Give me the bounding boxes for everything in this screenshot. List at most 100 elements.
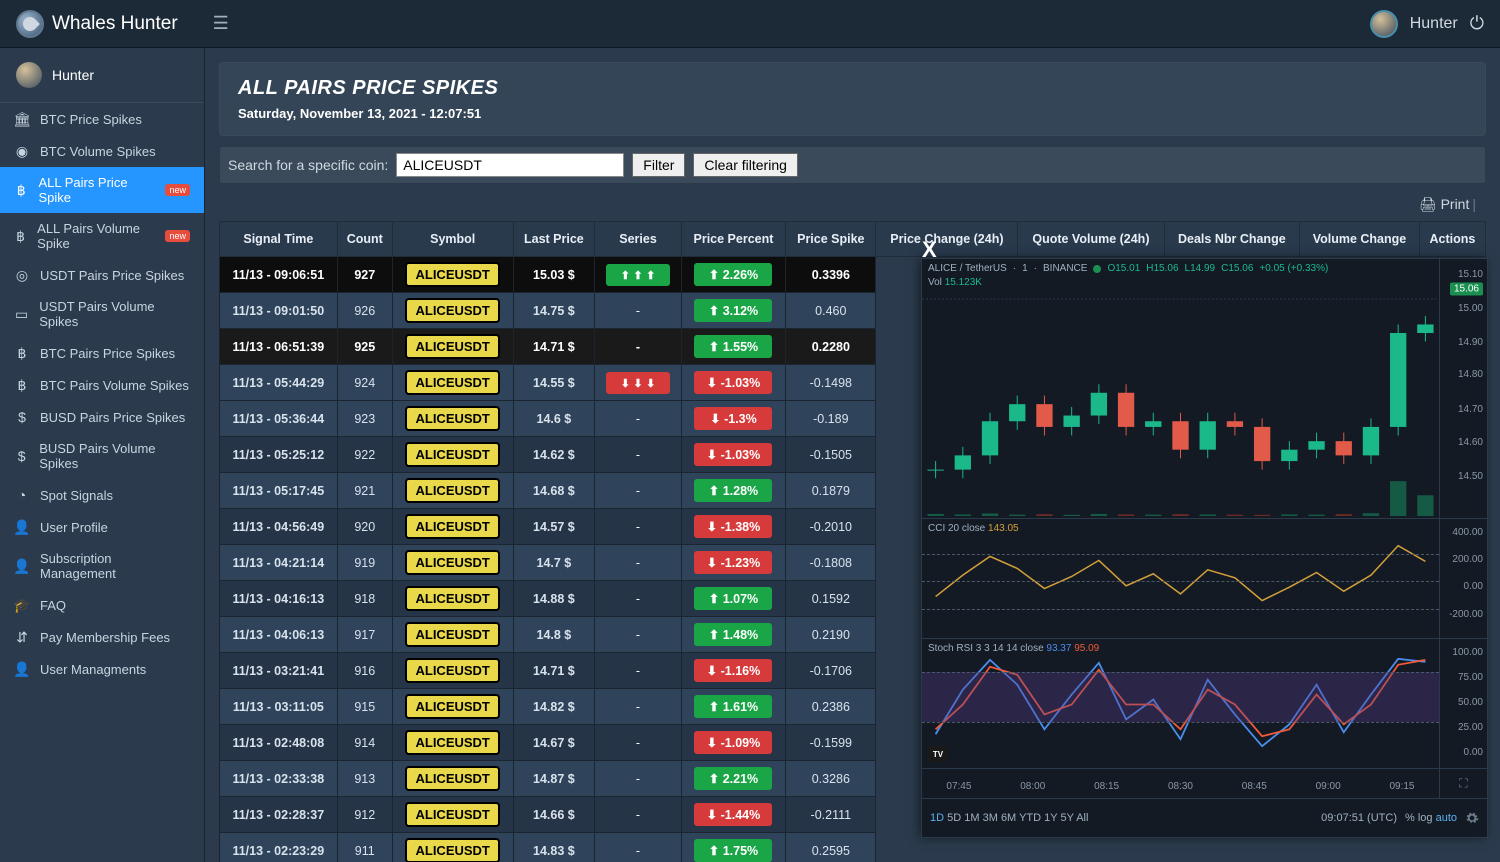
sidebar-item-3[interactable]: ฿ALL Pairs Volume Spikenew bbox=[0, 213, 204, 259]
cell-count: 920 bbox=[337, 509, 392, 545]
col-header[interactable]: Deals Nbr Change bbox=[1164, 222, 1300, 257]
cell-symbol[interactable]: ALICEUSDT bbox=[392, 545, 513, 581]
axis-opt-log[interactable]: log bbox=[1418, 812, 1433, 824]
cell-count: 911 bbox=[337, 833, 392, 862]
cell-symbol[interactable]: ALICEUSDT bbox=[392, 581, 513, 617]
col-header[interactable]: Price Spike bbox=[786, 222, 876, 257]
candlestick-plot[interactable] bbox=[922, 259, 1439, 518]
sidebar-item-7[interactable]: ฿BTC Pairs Volume Spikes bbox=[0, 369, 204, 401]
cell-count: 913 bbox=[337, 761, 392, 797]
tradingview-icon[interactable]: TV bbox=[928, 746, 948, 762]
col-header[interactable]: Signal Time bbox=[220, 222, 338, 257]
cell-pct: ⬆ 1.55% bbox=[681, 329, 785, 365]
timeframe-All[interactable]: All bbox=[1076, 812, 1088, 824]
cell-symbol[interactable]: ALICEUSDT bbox=[392, 293, 513, 329]
filter-button[interactable]: Filter bbox=[632, 153, 685, 177]
cell-spike: -0.2111 bbox=[786, 797, 876, 833]
cell-price: 14.71 $ bbox=[513, 653, 595, 689]
cell-spike: 0.3396 bbox=[786, 257, 876, 293]
timeframe-6M[interactable]: 6M bbox=[1001, 812, 1016, 824]
cell-symbol[interactable]: ALICEUSDT bbox=[392, 257, 513, 293]
menu-toggle-icon[interactable]: ☰ bbox=[213, 13, 229, 34]
axis-opt-%[interactable]: % bbox=[1405, 812, 1415, 824]
cell-symbol[interactable]: ALICEUSDT bbox=[392, 797, 513, 833]
cell-time: 11/13 - 02:33:38 bbox=[220, 761, 338, 797]
sidebar-item-label: USDT Pairs Price Spikes bbox=[40, 268, 184, 283]
col-header[interactable]: Count bbox=[337, 222, 392, 257]
sidebar-item-1[interactable]: ◉BTC Volume Spikes bbox=[0, 135, 204, 167]
avatar[interactable] bbox=[1370, 10, 1398, 38]
timeframe-5D[interactable]: 5D bbox=[947, 812, 961, 824]
cell-spike: 0.2280 bbox=[786, 329, 876, 365]
price-chart[interactable]: ALICE / TetherUS · 1 · BINANCE O15.01 H1… bbox=[922, 259, 1487, 519]
sidebar-item-11[interactable]: 👤User Profile bbox=[0, 511, 204, 543]
sidebar-item-0[interactable]: 🏛BTC Price Spikes bbox=[0, 103, 204, 135]
sidebar-item-14[interactable]: ⇵Pay Membership Fees bbox=[0, 621, 204, 653]
cell-symbol[interactable]: ALICEUSDT bbox=[392, 653, 513, 689]
col-header[interactable]: Quote Volume (24h) bbox=[1018, 222, 1164, 257]
sidebar-user[interactable]: Hunter bbox=[0, 48, 204, 103]
axis-opt-auto[interactable]: auto bbox=[1436, 812, 1457, 824]
sidebar-item-15[interactable]: 👤User Managments bbox=[0, 653, 204, 685]
sidebar-item-9[interactable]: $BUSD Pairs Volume Spikes bbox=[0, 433, 204, 479]
cell-pct: ⬆ 1.61% bbox=[681, 689, 785, 725]
cell-series: ⬆ ⬆ ⬆ bbox=[595, 257, 682, 293]
timeframe-3M[interactable]: 3M bbox=[983, 812, 998, 824]
cell-symbol[interactable]: ALICEUSDT bbox=[392, 509, 513, 545]
col-header[interactable]: Actions bbox=[1419, 222, 1485, 257]
timeframe-1Y[interactable]: 1Y bbox=[1044, 812, 1057, 824]
sidebar-item-10[interactable]: ◔Spot Signals bbox=[0, 479, 204, 511]
timeframe-1D[interactable]: 1D bbox=[930, 812, 944, 824]
cell-symbol[interactable]: ALICEUSDT bbox=[392, 689, 513, 725]
sidebar-item-13[interactable]: 🎓FAQ bbox=[0, 589, 204, 621]
timeframe-1M[interactable]: 1M bbox=[964, 812, 979, 824]
sidebar-item-4[interactable]: ◎USDT Pairs Price Spikes bbox=[0, 259, 204, 291]
col-header[interactable]: Series bbox=[595, 222, 682, 257]
cell-symbol[interactable]: ALICEUSDT bbox=[392, 329, 513, 365]
cell-spike: 0.3286 bbox=[786, 761, 876, 797]
power-icon[interactable]: ⏻ bbox=[1470, 13, 1484, 34]
stoch-chart[interactable]: Stoch RSI 3 3 14 14 close 93.37 95.09 TV… bbox=[922, 639, 1487, 769]
timeframe-5Y[interactable]: 5Y bbox=[1060, 812, 1073, 824]
col-header[interactable]: Volume Change bbox=[1300, 222, 1420, 257]
cell-price: 14.7 $ bbox=[513, 545, 595, 581]
col-header[interactable]: Symbol bbox=[392, 222, 513, 257]
search-input[interactable] bbox=[396, 153, 624, 177]
top-username[interactable]: Hunter bbox=[1410, 15, 1458, 33]
col-header[interactable]: Price Percent bbox=[681, 222, 785, 257]
sidebar-item-2[interactable]: ฿ALL Pairs Price Spikenew bbox=[0, 167, 204, 213]
cell-pct: ⬆ 1.07% bbox=[681, 581, 785, 617]
cell-symbol[interactable]: ALICEUSDT bbox=[392, 761, 513, 797]
cell-symbol[interactable]: ALICEUSDT bbox=[392, 617, 513, 653]
sidebar-item-6[interactable]: ฿BTC Pairs Price Spikes bbox=[0, 337, 204, 369]
cell-symbol[interactable]: ALICEUSDT bbox=[392, 833, 513, 862]
brand-text: Whales Hunter bbox=[52, 13, 178, 35]
cci-label: CCI 20 close 143.05 bbox=[928, 523, 1019, 534]
sidebar-item-5[interactable]: ▭USDT Pairs Volume Spikes bbox=[0, 291, 204, 337]
sidebar-item-label: ALL Pairs Volume Spike bbox=[37, 221, 151, 251]
cell-symbol[interactable]: ALICEUSDT bbox=[392, 437, 513, 473]
fullscreen-icon[interactable]: ⛶ bbox=[1439, 769, 1487, 798]
topbar: Whales Hunter ☰ Hunter ⏻ bbox=[0, 0, 1500, 48]
cell-symbol[interactable]: ALICEUSDT bbox=[392, 473, 513, 509]
print-button[interactable]: 🖨 Print bbox=[1419, 196, 1469, 212]
clear-filter-button[interactable]: Clear filtering bbox=[693, 153, 797, 177]
page-header: ALL PAIRS PRICE SPIKES Saturday, Novembe… bbox=[219, 62, 1486, 136]
timeframe-YTD[interactable]: YTD bbox=[1019, 812, 1041, 824]
cci-chart[interactable]: CCI 20 close 143.05 400.00200.000.00-200… bbox=[922, 519, 1487, 639]
cell-spike: 0.2190 bbox=[786, 617, 876, 653]
cell-symbol[interactable]: ALICEUSDT bbox=[392, 725, 513, 761]
sidebar-item-8[interactable]: $BUSD Pairs Price Spikes bbox=[0, 401, 204, 433]
cell-symbol[interactable]: ALICEUSDT bbox=[392, 401, 513, 437]
cell-count: 914 bbox=[337, 725, 392, 761]
sidebar-icon: $ bbox=[14, 448, 29, 464]
sidebar-item-label: User Profile bbox=[40, 520, 108, 535]
col-header[interactable]: Price Change (24h) bbox=[876, 222, 1018, 257]
cell-series: - bbox=[595, 509, 682, 545]
gear-icon[interactable] bbox=[1465, 811, 1479, 825]
sidebar-item-12[interactable]: 👤Subscription Management bbox=[0, 543, 204, 589]
cell-symbol[interactable]: ALICEUSDT bbox=[392, 365, 513, 401]
col-header[interactable]: Last Price bbox=[513, 222, 595, 257]
chart-bottom-bar: 1D 5D 1M 3M 6M YTD 1Y 5Y All 09:07:51 (U… bbox=[922, 799, 1487, 837]
logo[interactable]: Whales Hunter bbox=[16, 10, 178, 38]
